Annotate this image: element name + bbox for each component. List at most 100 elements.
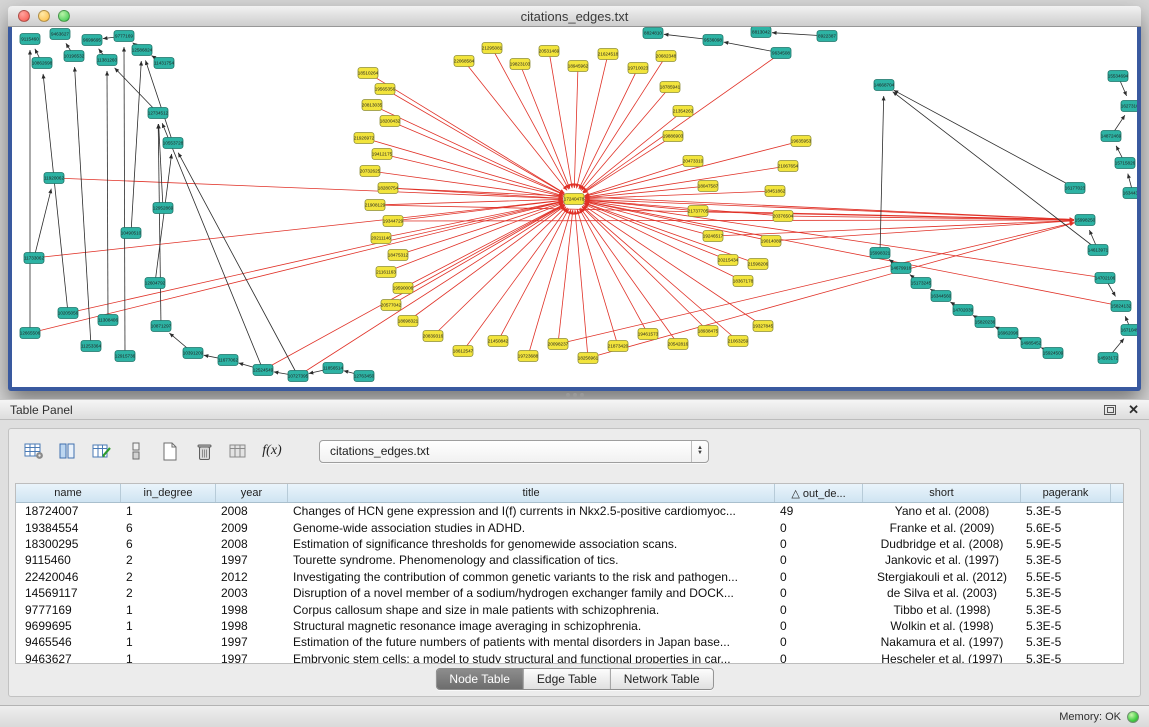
graph-edge[interactable]: [391, 205, 565, 306]
table-cell[interactable]: 5.3E-5: [1021, 553, 1111, 567]
table-cell[interactable]: 9115460: [16, 553, 121, 567]
table-row[interactable]: 1938455462009Genome-wide association stu…: [16, 519, 1123, 535]
graph-edge[interactable]: [581, 87, 670, 191]
table-cell[interactable]: Estimation of significance thresholds fo…: [288, 537, 775, 551]
graph-edge[interactable]: [549, 51, 572, 188]
graph-node[interactable]: 11856514: [323, 363, 344, 374]
graph-edge[interactable]: [107, 71, 108, 320]
table-cell[interactable]: 2: [121, 586, 216, 600]
graph-edge[interactable]: [30, 202, 563, 333]
graph-node[interactable]: 18047587: [698, 181, 719, 192]
import-table-button[interactable]: [225, 438, 251, 464]
graph-node[interactable]: 12952869: [153, 203, 174, 214]
graph-node[interactable]: 19344729: [383, 216, 404, 227]
graph-node[interactable]: 20732625: [360, 166, 381, 177]
table-cell[interactable]: 1: [121, 619, 216, 633]
table-cell[interactable]: 5.6E-5: [1021, 521, 1111, 535]
graph-edge[interactable]: [464, 61, 567, 190]
graph-node[interactable]: 9634508: [771, 48, 791, 59]
graph-node[interactable]: 20682348: [656, 51, 677, 62]
table-cell[interactable]: Stergiakouli et al. (2012): [863, 570, 1021, 584]
column-header[interactable]: year: [216, 484, 288, 502]
table-cell[interactable]: de Silva et al. (2003): [863, 586, 1021, 600]
graph-node[interactable]: 20542816: [668, 339, 689, 350]
graph-edge[interactable]: [894, 90, 1075, 188]
tab-node-table[interactable]: Node Table: [436, 669, 524, 689]
graph-node[interactable]: 9777169: [114, 31, 134, 42]
table-cell[interactable]: 19384554: [16, 521, 121, 535]
graph-node[interactable]: 20376504: [773, 211, 794, 222]
graph-node[interactable]: 16962096: [998, 328, 1019, 339]
graph-node[interactable]: 8813042: [751, 27, 771, 38]
graph-edge[interactable]: [880, 96, 884, 253]
table-cell[interactable]: 1997: [216, 553, 288, 567]
graph-node[interactable]: 21354263: [673, 106, 694, 117]
graph-node[interactable]: 9536098: [703, 35, 723, 46]
graph-node[interactable]: 14985452: [1021, 338, 1042, 349]
graph-node[interactable]: 15173245: [911, 278, 932, 289]
table-cell[interactable]: 0: [775, 537, 863, 551]
network-canvas[interactable]: 1724047818510264195653562081303518200432…: [12, 27, 1137, 387]
graph-node[interactable]: 18367178: [733, 276, 754, 287]
table-cell[interactable]: 1998: [216, 619, 288, 633]
table-cell[interactable]: 5.3E-5: [1021, 652, 1111, 663]
table-row[interactable]: 1456911722003Disruption of a novel membe…: [16, 585, 1123, 601]
graph-node[interactable]: 9115460: [20, 34, 40, 45]
graph-node[interactable]: 14668704: [874, 80, 895, 91]
graph-node[interactable]: 10205056: [58, 308, 79, 319]
graph-node[interactable]: 8922387: [817, 31, 837, 42]
graph-edge[interactable]: [393, 220, 1074, 221]
float-panel-icon[interactable]: [1104, 405, 1116, 415]
table-cell[interactable]: Franke et al. (2009): [863, 521, 1021, 535]
graph-node[interactable]: 18945962: [568, 61, 589, 72]
column-header[interactable]: in_degree: [121, 484, 216, 502]
graph-node[interactable]: 20215434: [718, 255, 739, 266]
graph-node[interactable]: 19590006: [393, 283, 414, 294]
graph-node[interactable]: 10727395: [288, 371, 309, 382]
graph-node[interactable]: 22068584: [454, 56, 475, 67]
graph-node[interactable]: 18612547: [453, 346, 474, 357]
graph-edge[interactable]: [585, 161, 694, 196]
graph-node[interactable]: 15924509: [1043, 348, 1064, 359]
graph-node[interactable]: 11733062: [24, 253, 45, 264]
graph-node[interactable]: 21295081: [482, 43, 503, 54]
table-cell[interactable]: Jankovic et al. (1997): [863, 553, 1021, 567]
graph-node[interactable]: 19886903: [663, 131, 684, 142]
delete-table-button[interactable]: [191, 438, 217, 464]
graph-node[interactable]: 20473310: [683, 156, 704, 167]
tab-edge-table[interactable]: Edge Table: [524, 669, 611, 689]
graph-edge[interactable]: [43, 74, 68, 313]
graph-edge[interactable]: [382, 154, 563, 197]
graph-node[interactable]: 20577042: [381, 300, 402, 311]
table-cell[interactable]: 2012: [216, 570, 288, 584]
table-cell[interactable]: 5.3E-5: [1021, 603, 1111, 617]
graph-node[interactable]: 21926972: [354, 133, 375, 144]
graph-node[interactable]: 11920062: [44, 173, 65, 184]
graph-edge[interactable]: [771, 221, 1074, 241]
graph-edge[interactable]: [580, 56, 666, 190]
table-cell[interactable]: 0: [775, 570, 863, 584]
graph-edge[interactable]: [575, 210, 588, 358]
graph-edge[interactable]: [558, 210, 573, 344]
column-header[interactable]: △ out_de...: [775, 484, 863, 502]
table-cell[interactable]: 2008: [216, 504, 288, 518]
table-cell[interactable]: 5.3E-5: [1021, 635, 1111, 649]
table-cell[interactable]: 9465546: [16, 635, 121, 649]
graph-edge[interactable]: [54, 178, 563, 199]
table-cell[interactable]: Structural magnetic resonance image aver…: [288, 619, 775, 633]
graph-node[interactable]: 20813035: [362, 100, 383, 111]
graph-node[interactable]: 14679916: [891, 263, 912, 274]
table-cell[interactable]: 1998: [216, 603, 288, 617]
graph-node[interactable]: 15824132: [1111, 301, 1132, 312]
graph-node[interactable]: 19723688: [518, 351, 539, 362]
table-cell[interactable]: Corpus callosum shape and size in male p…: [288, 603, 775, 617]
table-cell[interactable]: 1997: [216, 652, 288, 663]
table-cell[interactable]: Hescheler et al. (1997): [863, 652, 1021, 663]
graph-node[interactable]: 12604792: [145, 278, 166, 289]
row-selector-button[interactable]: [123, 438, 149, 464]
graph-edge[interactable]: [574, 66, 578, 188]
table-cell[interactable]: 1: [121, 635, 216, 649]
graph-node[interactable]: 17240478: [564, 194, 585, 205]
table-cell[interactable]: 0: [775, 603, 863, 617]
graph-edge[interactable]: [583, 136, 673, 193]
